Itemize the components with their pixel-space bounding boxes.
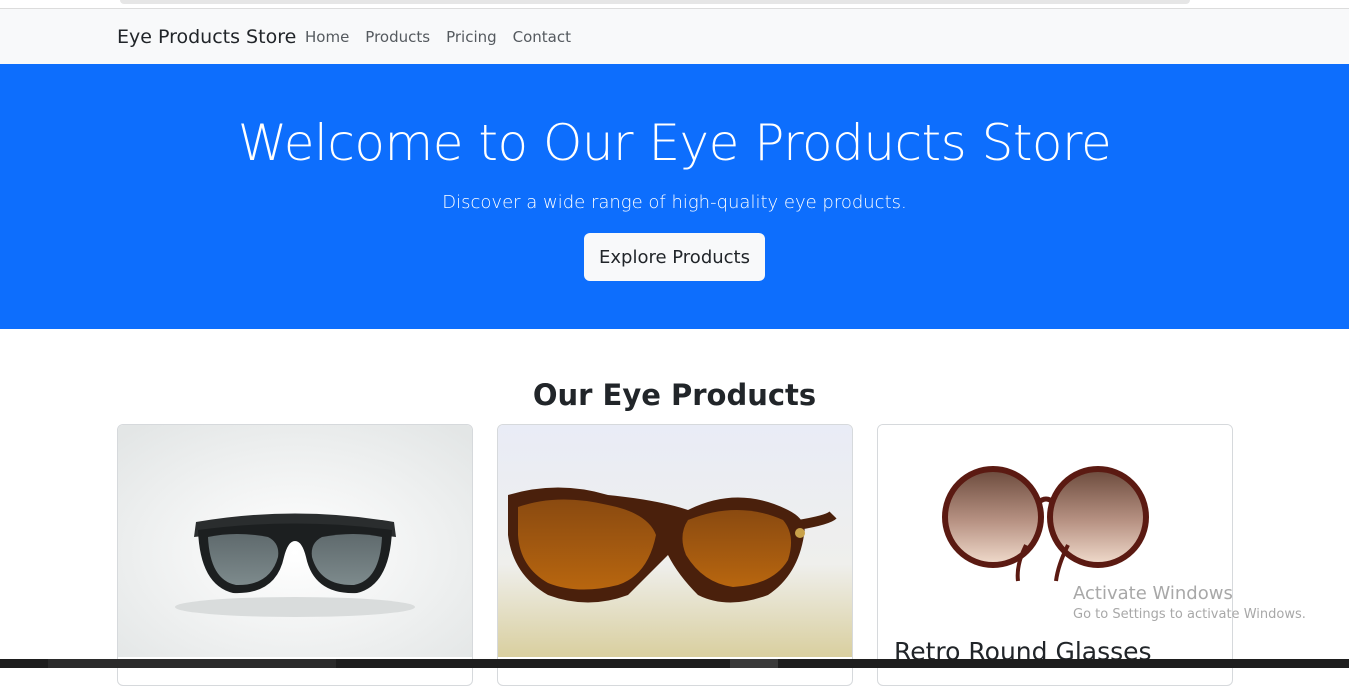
product-card[interactable]: Retro Round Glasses (877, 424, 1233, 686)
retro-round-glasses-icon (878, 425, 1232, 657)
hero-banner: Welcome to Our Eye Products Store Discov… (0, 64, 1349, 329)
explore-products-button[interactable]: Explore Products (584, 233, 765, 281)
brown-sport-sunglasses-icon (498, 425, 852, 657)
product-card[interactable] (497, 424, 853, 686)
taskbar-active-app[interactable] (730, 659, 778, 668)
nav-link-contact[interactable]: Contact (513, 28, 571, 46)
browser-scroll-indicator (120, 0, 1190, 4)
nav-link-home[interactable]: Home (305, 28, 349, 46)
hero-title: Welcome to Our Eye Products Store (237, 114, 1112, 172)
product-card[interactable] (117, 424, 473, 686)
nav-link-products[interactable]: Products (365, 28, 430, 46)
browser-top-strip (0, 0, 1349, 9)
products-section-title: Our Eye Products (532, 378, 817, 412)
taskbar-app-area[interactable] (48, 659, 336, 668)
wraparound-sunglasses-icon (118, 425, 472, 657)
nav-links: Home Products Pricing Contact (305, 28, 571, 46)
nav-link-pricing[interactable]: Pricing (446, 28, 497, 46)
navbar: Eye Products Store Home Products Pricing… (0, 9, 1349, 64)
hero-subtitle: Discover a wide range of high-quality ey… (442, 192, 907, 213)
os-taskbar (0, 659, 1349, 668)
navbar-brand[interactable]: Eye Products Store (117, 26, 296, 48)
